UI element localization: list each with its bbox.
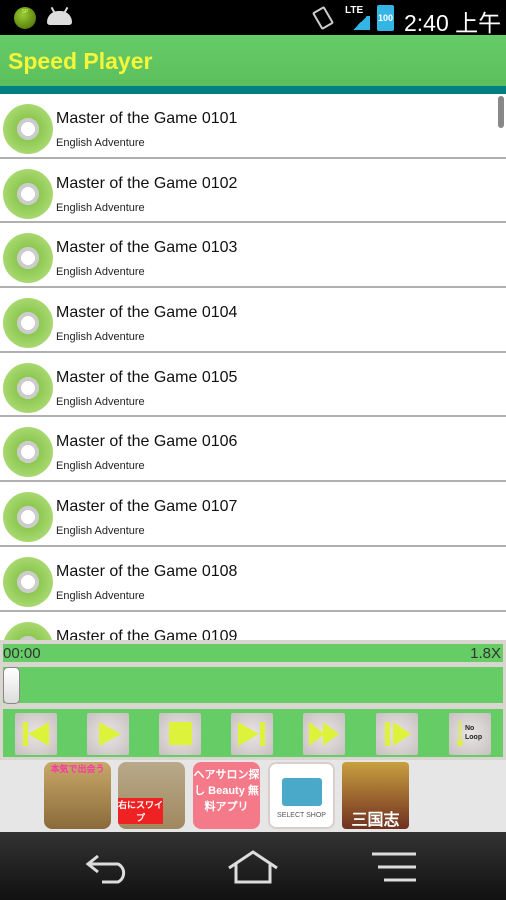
track-artist: English Adventure <box>56 525 145 538</box>
next-button[interactable] <box>231 713 273 755</box>
step-forward-button[interactable] <box>376 713 418 755</box>
track-item[interactable]: Master of the Game 0102 English Adventure <box>0 159 506 224</box>
time-bar: 00:00 1.8X <box>3 644 503 662</box>
track-artist: English Adventure <box>56 201 145 214</box>
stop-button[interactable] <box>159 713 201 755</box>
status-bar: SP LTE 100 2:40 上午 <box>0 0 506 36</box>
track-title: Master of the Game 0109 <box>56 627 238 641</box>
track-item[interactable]: Master of the Game 0103 English Adventure <box>0 223 506 289</box>
ad-app-2[interactable]: 右にスワイプ <box>118 762 185 829</box>
track-item[interactable]: Master of the Game 0105 English Adventure <box>0 353 506 418</box>
track-title: Master of the Game 0106 <box>56 433 238 451</box>
ad-app-4[interactable]: SELECT SHOP <box>268 762 335 829</box>
track-item[interactable]: Master of the Game 0109English Adventure <box>0 612 506 641</box>
play-button[interactable] <box>87 713 129 755</box>
disc-icon <box>3 492 53 543</box>
track-item[interactable]: Master of the Game 0106 English Adventure <box>0 417 506 483</box>
play-icon <box>99 722 121 746</box>
track-title: Master of the Game 0104 <box>56 304 238 322</box>
ad-text: SELECT SHOP <box>277 812 326 819</box>
fast-forward-icon <box>309 722 339 746</box>
track-artist: English Adventure <box>56 137 145 149</box>
track-artist: English Adventure <box>56 395 145 408</box>
track-title: Master of the Game 0107 <box>56 498 238 516</box>
navigation-bar <box>0 832 506 900</box>
track-artist: English Adventure <box>56 589 145 602</box>
vibrate-icon <box>311 5 335 31</box>
ad-text: ヘアサロン探し Beauty 無料アプリ <box>193 769 260 813</box>
battery-icon: 100 <box>377 5 394 31</box>
loop-label: Loop <box>465 734 483 741</box>
track-item[interactable]: Master of the Game 0108 English Adventure <box>0 547 506 612</box>
seek-slider[interactable] <box>3 667 503 704</box>
back-icon[interactable] <box>84 850 134 884</box>
app-bar: Speed Player <box>0 35 506 86</box>
disc-icon <box>3 556 53 607</box>
stop-icon <box>169 722 192 745</box>
seek-thumb[interactable] <box>3 667 20 704</box>
loop-button[interactable]: No Loop <box>449 713 491 755</box>
disc-icon <box>3 362 53 413</box>
disc-icon <box>3 233 53 284</box>
track-title: Master of the Game 0103 <box>56 239 238 257</box>
home-icon[interactable] <box>226 850 280 884</box>
track-artist: English Adventure <box>56 331 145 344</box>
loop-label: No <box>465 725 475 732</box>
fast-forward-button[interactable] <box>303 713 345 755</box>
shopping-bag-icon <box>281 778 322 806</box>
track-title: Master of the Game 0105 <box>56 368 238 386</box>
previous-button[interactable] <box>15 713 57 755</box>
network-type: LTE <box>345 5 364 16</box>
ad-text: 本気で出会う <box>50 764 105 774</box>
track-title: Master of the Game 0101 <box>56 110 238 127</box>
track-title: Master of the Game 0102 <box>56 174 238 192</box>
disc-icon <box>3 621 53 640</box>
app-title: Speed Player <box>8 48 153 74</box>
step-forward-icon <box>385 722 411 746</box>
ad-text: 右にスワイプ <box>118 798 164 824</box>
signal-icon <box>350 16 370 30</box>
android-icon <box>47 11 72 25</box>
ad-app-5[interactable]: 三国志 <box>342 762 409 829</box>
position-time: 00:00 <box>3 645 41 662</box>
track-title: Master of the Game 0108 <box>56 562 238 580</box>
player-controls: 00:00 1.8X No Loop <box>0 640 506 760</box>
menu-icon[interactable] <box>370 850 418 884</box>
divider <box>0 86 506 94</box>
ad-text: 三国志 <box>351 812 400 829</box>
track-item[interactable]: Master of the Game 0107 English Adventure <box>0 482 506 547</box>
disc-icon <box>3 168 53 219</box>
disc-icon <box>3 427 53 478</box>
ad-banner: 本気で出会う 右にスワイプ ヘアサロン探し Beauty 無料アプリ SELEC… <box>0 760 506 832</box>
clock: 2:40 上午 <box>404 10 502 36</box>
skip-previous-icon <box>23 722 49 746</box>
track-artist: English Adventure <box>56 266 145 279</box>
speed-player-notification-icon: SP <box>14 7 36 29</box>
disc-icon <box>3 298 53 349</box>
disc-icon <box>3 104 53 154</box>
track-list: Master of the Game 0101 English Adventure… <box>0 94 506 640</box>
track-item[interactable]: Master of the Game 0101 English Adventure <box>0 94 506 159</box>
track-item[interactable]: Master of the Game 0104 English Adventure <box>0 288 506 353</box>
ad-app-1[interactable]: 本気で出会う <box>44 762 111 829</box>
skip-next-icon <box>238 722 265 746</box>
ad-app-3[interactable]: ヘアサロン探し Beauty 無料アプリ <box>193 762 260 829</box>
transport-buttons: No Loop <box>3 709 503 757</box>
track-artist: English Adventure <box>56 460 145 473</box>
speed-label[interactable]: 1.8X <box>470 645 501 662</box>
